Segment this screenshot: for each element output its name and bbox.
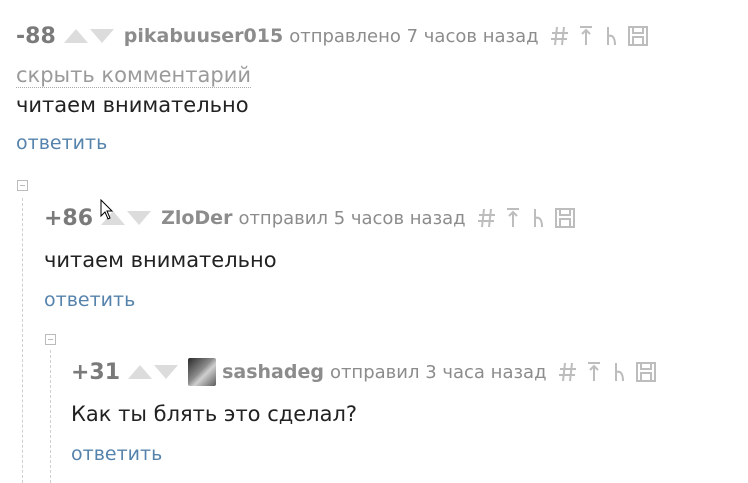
hash-icon[interactable]	[476, 206, 498, 230]
comment-author[interactable]: sashadeg	[222, 361, 324, 383]
vote-up-icon[interactable]	[63, 29, 88, 43]
comment-rating: +31	[71, 359, 121, 385]
reply-link[interactable]: ответить	[44, 288, 580, 312]
save-icon[interactable]	[554, 206, 576, 230]
comment-3: +31 sashadeg отправил 3 часа назад Как т…	[71, 358, 661, 466]
reply-link[interactable]: ответить	[71, 442, 661, 466]
comment-rating: +86	[44, 205, 94, 231]
comment-header: +31 sashadeg отправил 3 часа назад	[71, 358, 661, 386]
vote-down-icon[interactable]	[154, 365, 179, 379]
comment-text: читаем внимательно	[44, 248, 277, 272]
branch-icon[interactable]	[528, 206, 550, 230]
thread-line-level-2	[50, 350, 51, 483]
comment-header: +86 ZloDer отправил 5 часов назад	[44, 204, 580, 232]
collapse-icon[interactable]	[45, 334, 56, 345]
comment-timestamp[interactable]: отправил 5 часов назад	[238, 208, 465, 229]
hash-icon[interactable]	[549, 24, 571, 48]
mouse-cursor-icon	[100, 199, 114, 220]
vote-up-icon[interactable]	[128, 365, 153, 379]
comment-timestamp[interactable]: отправлено 7 часов назад	[289, 26, 538, 47]
comment-text: Как ты блять это сделал?	[71, 402, 358, 426]
branch-icon[interactable]	[609, 360, 631, 384]
save-icon[interactable]	[635, 360, 657, 384]
vote-down-icon[interactable]	[89, 29, 114, 43]
comment-text: читаем внимательно	[16, 93, 249, 117]
comment-timestamp[interactable]: отправил 3 часа назад	[330, 362, 547, 383]
arrow-up-to-parent-icon[interactable]	[502, 206, 524, 230]
save-icon[interactable]	[627, 24, 649, 48]
avatar[interactable]	[188, 358, 217, 386]
hash-icon[interactable]	[557, 360, 579, 384]
comment-1: -88 pikabuuser015 отправлено 7 часов наз…	[16, 22, 653, 155]
comment-author[interactable]: ZloDer	[161, 207, 232, 229]
comment-2: +86 ZloDer отправил 5 часов назад читаем…	[44, 204, 580, 312]
thread-line-level-1	[22, 198, 23, 483]
arrow-up-to-parent-icon[interactable]	[575, 24, 597, 48]
hide-comment-link[interactable]: скрыть комментарий	[16, 63, 252, 88]
reply-link[interactable]: ответить	[16, 131, 653, 155]
arrow-up-to-parent-icon[interactable]	[583, 360, 605, 384]
comment-header: -88 pikabuuser015 отправлено 7 часов наз…	[16, 22, 653, 50]
comment-rating: -88	[16, 23, 56, 49]
branch-icon[interactable]	[601, 24, 623, 48]
vote-down-icon[interactable]	[127, 211, 152, 225]
comment-author[interactable]: pikabuuser015	[124, 25, 283, 47]
collapse-icon[interactable]	[17, 180, 28, 191]
